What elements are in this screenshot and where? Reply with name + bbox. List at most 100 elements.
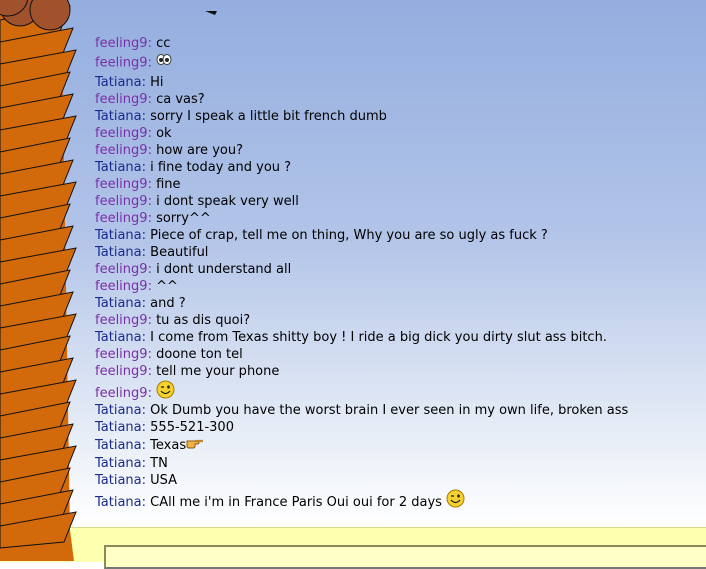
message-text: tu as dis quoi?: [156, 313, 251, 328]
message-separator: :: [147, 262, 157, 277]
message-separator: :: [147, 177, 157, 192]
message-separator: :: [147, 313, 157, 328]
chat-message: feeling9: tu as dis quoi?: [95, 312, 695, 329]
message-separator: :: [147, 36, 157, 51]
message-separator: :: [147, 143, 157, 158]
chat-message: feeling9: ^^: [95, 278, 695, 295]
message-separator: :: [141, 495, 151, 510]
chat-message: Tatiana: I come from Texas shitty boy ! …: [95, 329, 695, 346]
message-sender: feeling9: [95, 364, 148, 379]
chat-message: Tatiana: Piece of crap, tell me on thing…: [95, 227, 695, 244]
message-sender: Tatiana: [95, 245, 142, 260]
message-separator: :: [147, 92, 157, 107]
message-sender: Tatiana: [95, 296, 142, 311]
message-sender: feeling9: [95, 347, 148, 362]
message-sender: feeling9: [95, 313, 148, 328]
message-sender: feeling9: [95, 143, 148, 158]
message-separator: :: [141, 438, 151, 453]
message-separator: :: [141, 160, 151, 175]
message-separator: :: [147, 55, 157, 71]
message-text: CAll me i'm in France Paris Oui oui for …: [150, 495, 442, 510]
message-separator: :: [147, 386, 157, 401]
message-sender: feeling9: [95, 279, 148, 294]
message-text: Texas: [150, 438, 187, 453]
chat-message: Tatiana: Ok Dumb you have the worst brai…: [95, 402, 695, 419]
message-text: i dont understand all: [156, 262, 292, 277]
message-text: USA: [150, 473, 178, 488]
decorative-pinecone-art: [0, 0, 77, 561]
message-text: ca vas?: [156, 92, 205, 107]
message-text: Hi: [150, 75, 164, 90]
message-separator: :: [147, 194, 157, 209]
chat-message: Tatiana: Beautiful: [95, 244, 695, 261]
message-text: sorry I speak a little bit french dumb: [150, 109, 387, 124]
message-separator: :: [147, 279, 157, 294]
message-separator: :: [147, 126, 157, 141]
message-sender: feeling9: [95, 55, 148, 71]
message-sender: Tatiana: [95, 495, 142, 510]
message-sender: Tatiana: [95, 438, 142, 453]
message-sender: feeling9: [95, 262, 148, 277]
message-text: TN: [150, 456, 168, 471]
chat-message: feeling9: doone ton tel: [95, 346, 695, 363]
message-separator: :: [141, 245, 151, 260]
message-sender: feeling9: [95, 177, 148, 192]
message-separator: :: [141, 296, 151, 311]
message-text: Beautiful: [150, 245, 209, 260]
chat-message: Tatiana: and ?: [95, 295, 695, 312]
message-text: Piece of crap, tell me on thing, Why you…: [150, 228, 548, 243]
message-separator: :: [141, 473, 151, 488]
message-sender: Tatiana: [95, 330, 142, 345]
message-sender: feeling9: [95, 92, 148, 107]
message-separator: :: [141, 420, 151, 435]
message-sender: Tatiana: [95, 473, 142, 488]
message-text: and ?: [150, 296, 186, 311]
chat-message: feeling9: ok: [95, 125, 695, 142]
message-sender: feeling9: [95, 36, 148, 51]
message-separator: :: [141, 109, 151, 124]
chat-message: Tatiana: USA: [95, 472, 695, 489]
message-input[interactable]: [104, 545, 706, 569]
chat-message: feeling9: how are you?: [95, 142, 695, 159]
chat-message: Tatiana: Hi: [95, 74, 695, 91]
message-sender: Tatiana: [95, 228, 142, 243]
message-sender: Tatiana: [95, 420, 142, 435]
chat-message: feeling9: fine: [95, 176, 695, 193]
message-text: Ok Dumb you have the worst brain I ever …: [150, 403, 629, 418]
wink-smiley-icon: [446, 489, 465, 516]
message-text: i fine today and you ?: [150, 160, 292, 175]
chat-message: feeling9: ca vas?: [95, 91, 695, 108]
chat-message: feeling9:: [95, 380, 695, 402]
message-separator: :: [141, 330, 151, 345]
message-text: I come from Texas shitty boy ! I ride a …: [150, 330, 607, 345]
chat-message: feeling9: i dont speak very well: [95, 193, 695, 210]
chat-message: Tatiana: TN: [95, 455, 695, 472]
message-sender: Tatiana: [95, 456, 142, 471]
message-sender: feeling9: [95, 194, 148, 209]
message-text: i dont speak very well: [156, 194, 299, 209]
message-text: ok: [156, 126, 172, 141]
message-text: cc: [156, 36, 171, 51]
message-separator: :: [147, 364, 157, 379]
message-text: fine: [156, 177, 181, 192]
pointing-hand-icon: [186, 436, 204, 455]
chat-message: feeling9:: [95, 52, 695, 74]
message-separator: :: [141, 228, 151, 243]
message-text: ^^: [156, 279, 178, 294]
top-notch-decoration: [205, 0, 217, 15]
chat-message: feeling9: i dont understand all: [95, 261, 695, 278]
chat-message: feeling9: sorry^^: [95, 210, 695, 227]
message-separator: :: [147, 211, 157, 226]
message-sender: Tatiana: [95, 75, 142, 90]
chat-log: feeling9: cc feeling9: Tatiana: Hi feeling…: [95, 35, 695, 511]
message-text: how are you?: [156, 143, 243, 158]
message-text: tell me your phone: [156, 364, 280, 379]
message-sender: Tatiana: [95, 160, 142, 175]
message-text: 555-521-300: [150, 420, 234, 435]
message-sender: feeling9: [95, 211, 148, 226]
message-separator: :: [147, 347, 157, 362]
chat-message: Tatiana: 555-521-300: [95, 419, 695, 436]
message-separator: :: [141, 456, 151, 471]
chat-message: feeling9: cc: [95, 35, 695, 52]
message-sender: Tatiana: [95, 109, 142, 124]
